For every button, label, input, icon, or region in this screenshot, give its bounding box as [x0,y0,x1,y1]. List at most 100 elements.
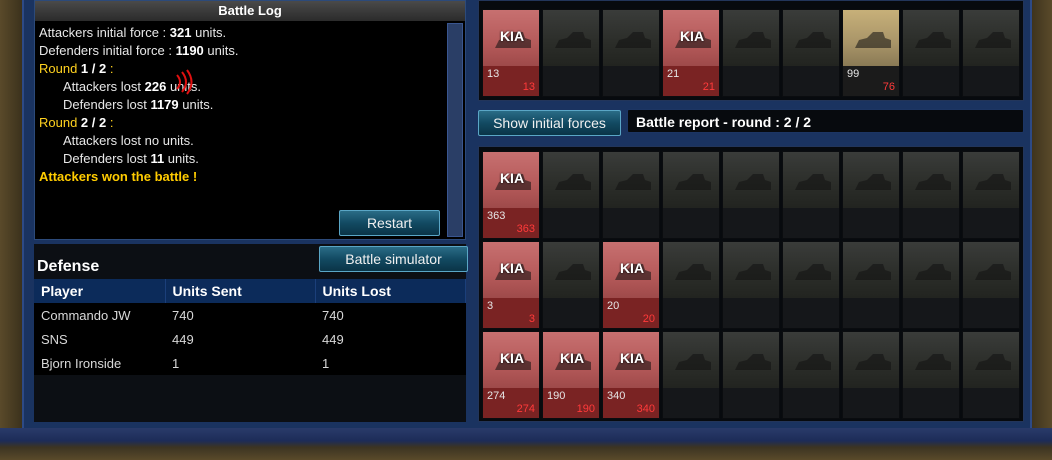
unit-tile[interactable] [602,151,660,239]
unit-image [843,152,899,208]
unit-tile[interactable] [902,9,960,97]
unit-image [663,332,719,388]
unit-image [963,242,1019,298]
unit-tile[interactable] [962,241,1020,329]
unit-tile[interactable] [842,331,900,419]
unit-footer [723,298,779,328]
unit-silhouette-icon [615,174,651,190]
unit-silhouette-icon [795,264,831,280]
unit-silhouette-icon [735,264,771,280]
unit-tile[interactable] [542,241,600,329]
column-header-player[interactable]: Player [34,279,166,303]
unit-tile[interactable] [722,9,780,97]
unit-silhouette-icon [855,264,891,280]
unit-tile[interactable]: 99 76 [842,9,900,97]
unit-tile[interactable]: KIA 363 363 [482,151,540,239]
unit-tile[interactable]: KIA 3 3 [482,241,540,329]
unit-tile[interactable]: KIA 21 21 [662,9,720,97]
unit-footer [783,66,839,96]
unit-image [783,10,839,66]
sound-wave-icon [176,69,193,95]
unit-tile[interactable]: KIA 190 190 [542,331,600,419]
column-header-units-lost[interactable]: Units Lost [315,279,466,303]
unit-footer [783,298,839,328]
unit-image [783,332,839,388]
unit-footer [963,66,1019,96]
battle-simulator-button[interactable]: Battle simulator [319,246,468,272]
show-initial-forces-button[interactable]: Show initial forces [478,110,621,136]
unit-footer [903,208,959,238]
unit-tile[interactable] [962,9,1020,97]
unit-tile[interactable] [602,9,660,97]
unit-image [843,332,899,388]
unit-tile[interactable] [662,151,720,239]
unit-tile[interactable] [902,241,960,329]
defender-units-panel: KIA 363 363 KIA 3 3 KIA 20 20 KIA 274 274 KIA 190 190 K… [478,146,1024,422]
log-line-round-1: Round 1 / 2 : [39,61,114,76]
unit-footer [903,388,959,418]
table-row: Commando JW 740 740 [34,303,466,327]
unit-tile[interactable]: KIA 340 340 [602,331,660,419]
unit-lost-count: 274 [516,403,535,415]
unit-tile[interactable] [962,151,1020,239]
unit-tile[interactable] [782,151,840,239]
battle-log-title: Battle Log [35,1,465,21]
unit-image [723,10,779,66]
units-sent: 449 [165,327,315,351]
unit-tile[interactable] [662,331,720,419]
unit-footer [543,208,599,238]
unit-tile[interactable] [782,9,840,97]
player-name: SNS [34,327,165,351]
kia-label: KIA [499,260,525,276]
unit-tile[interactable]: KIA 13 13 [482,9,540,97]
unit-sent-count: 20 [607,300,620,312]
unit-tile[interactable] [902,151,960,239]
unit-footer [783,388,839,418]
log-line-round-2-attackers: Attackers lost no units. [63,133,194,148]
unit-silhouette-icon [975,32,1011,48]
kia-label: KIA [619,350,645,366]
unit-silhouette-icon [795,32,831,48]
unit-tile[interactable]: KIA 20 20 [602,241,660,329]
battle-log-scrollbar[interactable] [447,23,463,237]
unit-silhouette-icon [975,174,1011,190]
defense-table-header: Player Units Sent Units Lost [34,279,466,303]
units-sent: 1 [165,351,315,375]
unit-footer [603,208,659,238]
unit-image [963,152,1019,208]
frame-bottom-border [0,428,1052,460]
unit-lost-count: 21 [702,81,715,93]
unit-footer [903,66,959,96]
unit-tile[interactable] [722,241,780,329]
log-line-round-1-attackers: Attackers lost 226 units. [63,79,202,94]
unit-silhouette-icon [735,354,771,370]
unit-footer [903,298,959,328]
unit-tile[interactable] [782,241,840,329]
unit-tile[interactable] [722,331,780,419]
unit-tile[interactable] [842,151,900,239]
unit-image [903,10,959,66]
unit-silhouette-icon [675,264,711,280]
unit-tile[interactable] [542,9,600,97]
unit-tile[interactable] [722,151,780,239]
unit-image [543,152,599,208]
unit-tile[interactable] [842,241,900,329]
kia-label: KIA [559,350,585,366]
unit-image [903,152,959,208]
kia-label: KIA [499,28,525,44]
unit-image [843,10,899,66]
unit-image [543,10,599,66]
unit-tile[interactable]: KIA 274 274 [482,331,540,419]
unit-tile[interactable] [962,331,1020,419]
unit-tile[interactable] [662,241,720,329]
unit-tile[interactable] [542,151,600,239]
restart-button[interactable]: Restart [339,210,440,236]
unit-silhouette-icon [915,32,951,48]
unit-sent-count: 21 [667,68,680,80]
unit-footer [963,388,1019,418]
unit-lost-count: 13 [522,81,535,93]
unit-silhouette-icon [915,354,951,370]
column-header-units-sent[interactable]: Units Sent [165,279,316,303]
unit-tile[interactable] [902,331,960,419]
unit-tile[interactable] [782,331,840,419]
